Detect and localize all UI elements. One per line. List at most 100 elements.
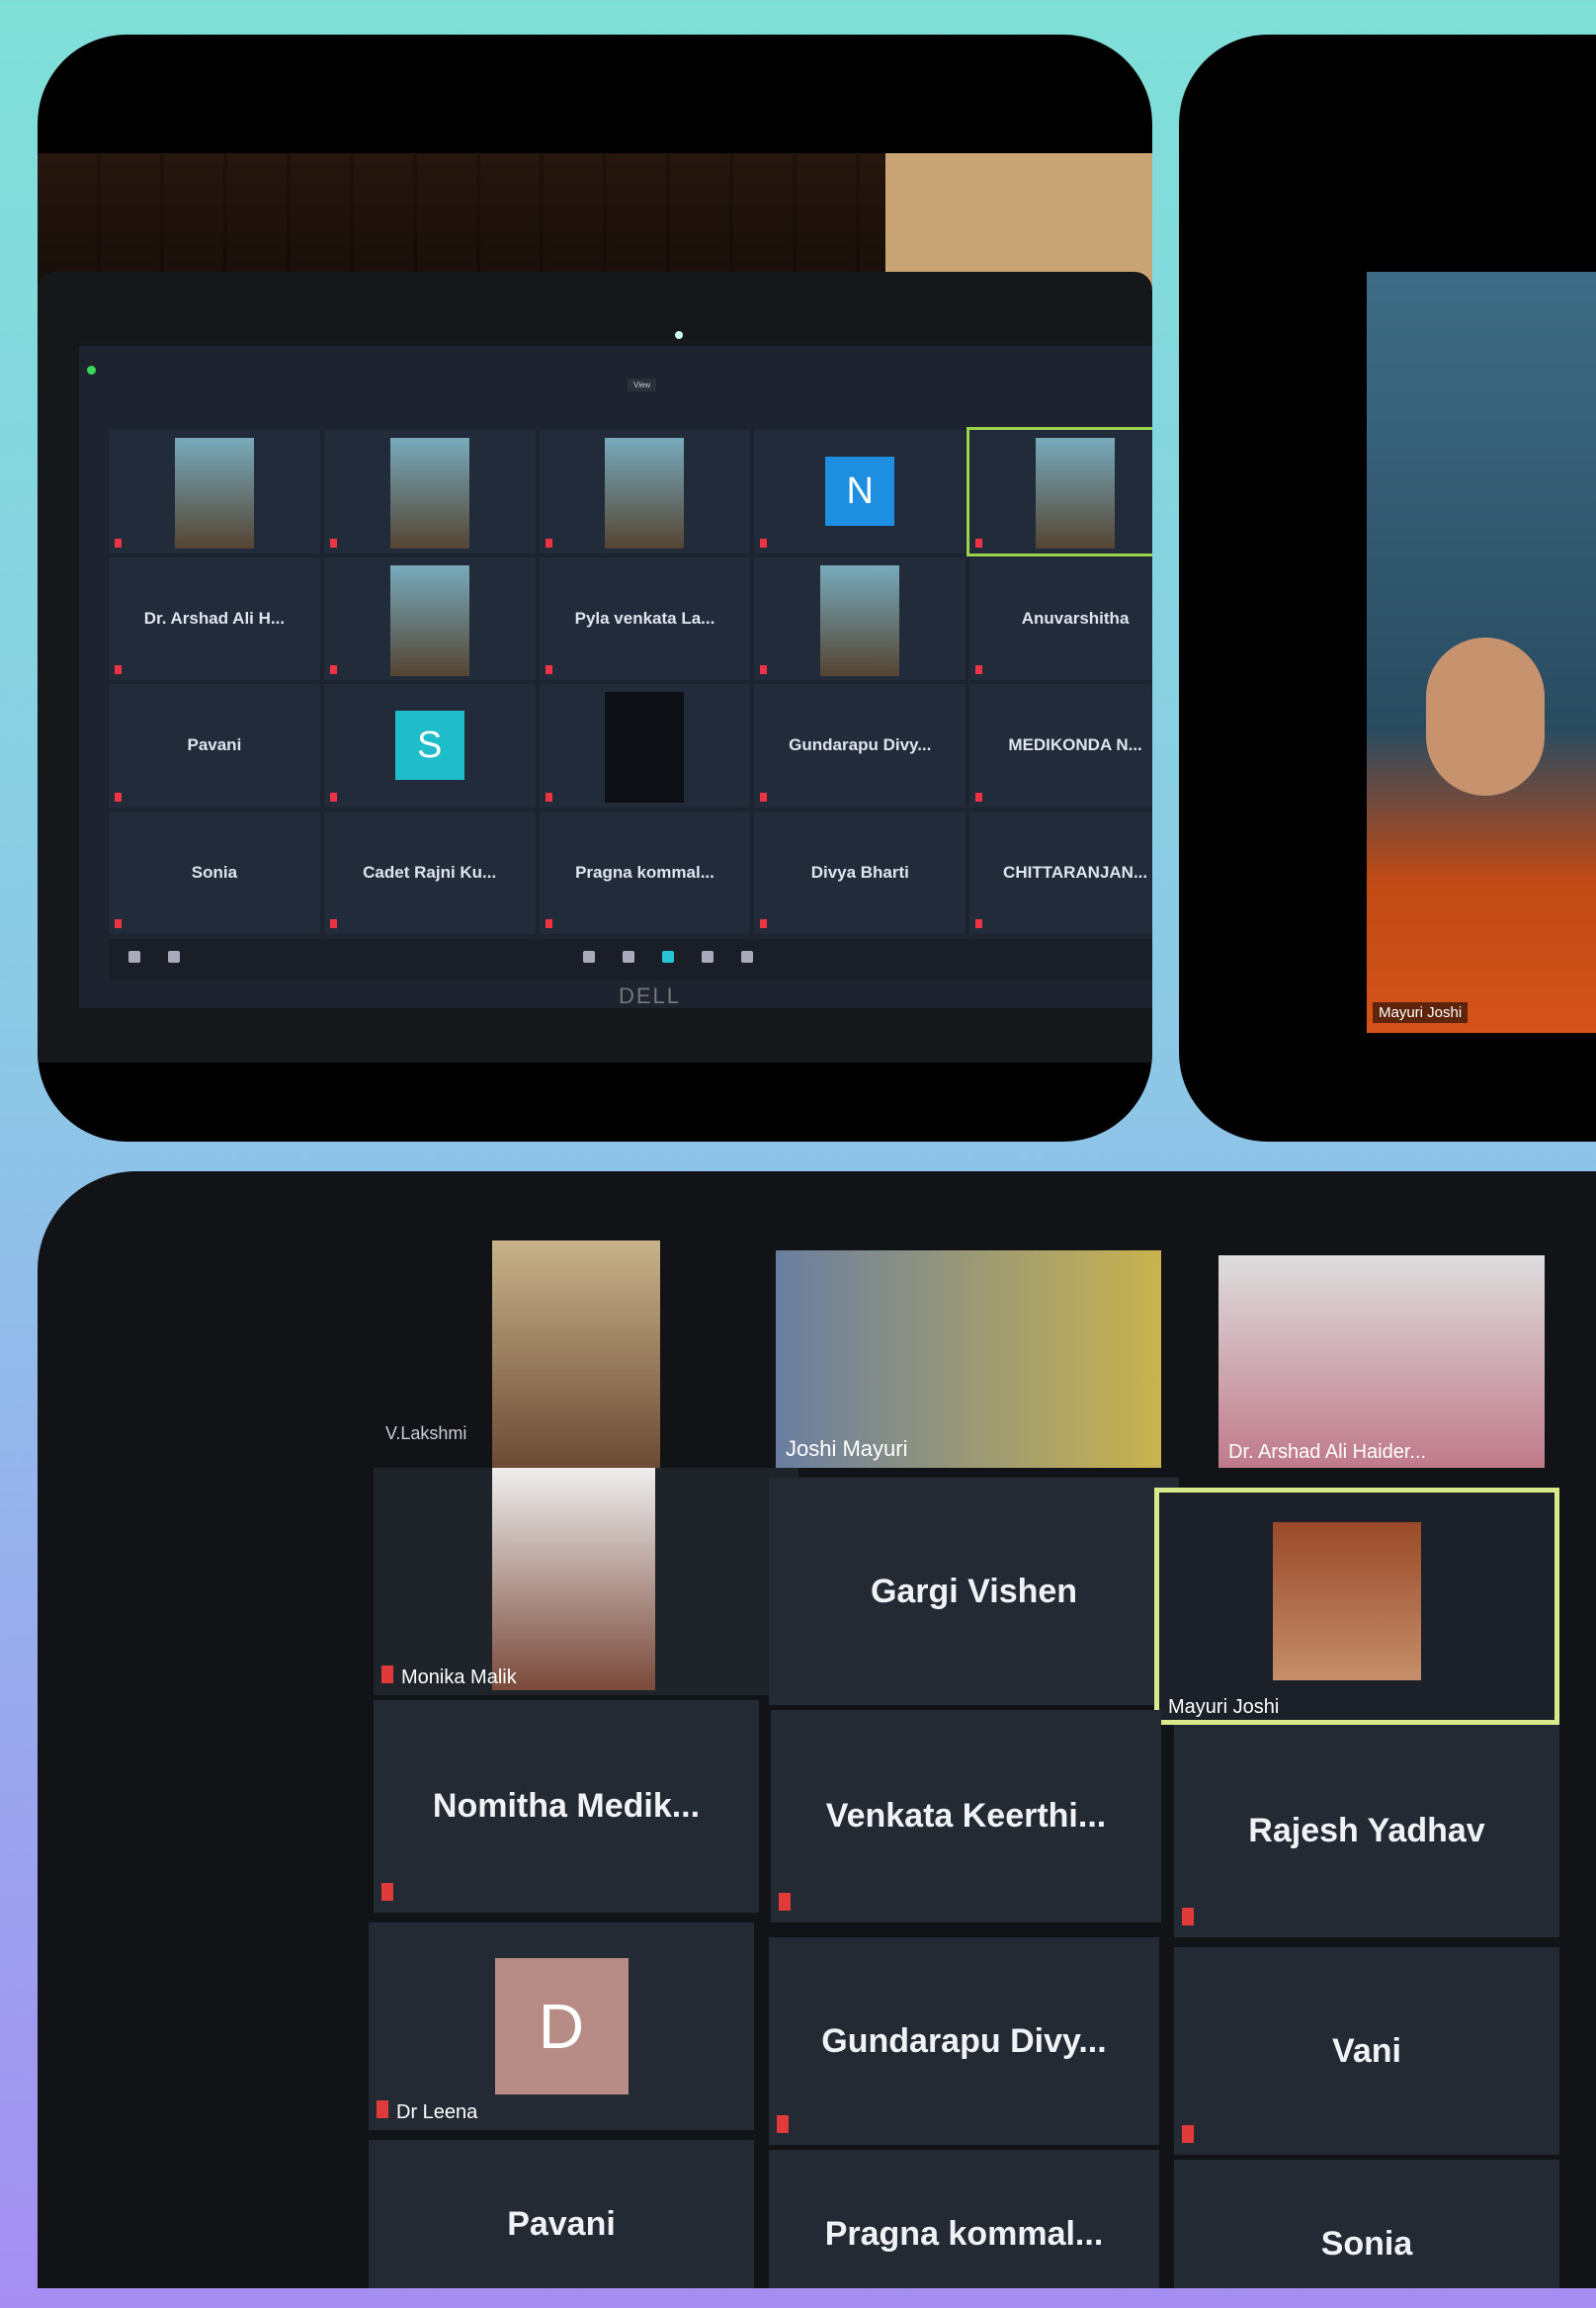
participant-name: Monika Malik <box>401 1667 517 1688</box>
participants-icon[interactable] <box>583 951 595 963</box>
participant-name: Mayuri Joshi <box>1168 1696 1280 1718</box>
participant-tile: D Dr Leena <box>369 1923 754 2130</box>
participant-name: Rajesh Yadhav <box>1248 1812 1485 1849</box>
participant-name: CHITTARANJAN... <box>1003 862 1148 882</box>
participant-tile: Divya Bharti <box>754 811 966 934</box>
participant-grid: N Dr. Arshad Ali H... Pyla venkata La... An… <box>109 427 1152 934</box>
participant-tile <box>323 430 536 554</box>
participant-name: Joshi Mayuri <box>786 1436 908 1461</box>
participant-name: MEDIKONDA N... <box>1008 735 1142 755</box>
participant-tile: N <box>754 430 966 554</box>
video-tile: Joshi Mayuri <box>776 1250 1161 1468</box>
video-feed <box>1036 438 1116 549</box>
video-icon[interactable] <box>168 951 180 963</box>
participant-name: Pragna kommal... <box>575 862 714 882</box>
participant-tile: Vani <box>1174 1947 1559 2155</box>
participant-tile: Rajesh Yadhav <box>1174 1725 1559 1937</box>
participant-name: Gundarapu Divy... <box>789 735 932 755</box>
participant-tile: Venkata Keerthi... <box>771 1710 1161 1923</box>
speaker-face <box>1426 638 1545 796</box>
mic-muted-icon <box>115 919 122 928</box>
participant-tile: Cadet Rajni Ku... <box>323 811 536 934</box>
participant-tile: Pavani <box>369 2140 754 2288</box>
mic-muted-icon <box>545 792 552 802</box>
participant-tile <box>754 556 966 680</box>
participant-tile: Pavani <box>109 684 320 808</box>
mic-muted-icon <box>779 1893 791 1911</box>
speaker-view-panel: Mayuri Joshi <box>1179 35 1596 1142</box>
mic-muted-icon <box>975 538 983 548</box>
participant-tile: Pragna kommal... <box>539 811 751 934</box>
participant-name: Anuvarshitha <box>1021 608 1130 628</box>
video-tile: Monika Malik <box>374 1468 798 1695</box>
chat-icon[interactable] <box>623 951 634 963</box>
webcam-indicator <box>675 331 683 339</box>
participant-name: Sonia <box>191 862 238 882</box>
mic-muted-icon <box>545 538 552 548</box>
participant-name: Nomitha Medik... <box>432 1787 701 1825</box>
participant-tile: Pragna kommal... <box>769 2150 1159 2288</box>
mic-muted-icon <box>975 665 983 674</box>
reactions-icon[interactable] <box>741 951 753 963</box>
mic-muted-icon <box>381 1883 393 1901</box>
video-feed <box>492 1468 655 1690</box>
participant-tile <box>323 556 536 680</box>
mic-muted-icon <box>760 919 768 928</box>
mic-muted-icon <box>1182 2125 1194 2143</box>
mic-muted-icon <box>329 792 337 802</box>
security-indicator-icon <box>87 366 96 375</box>
video-feed <box>389 564 469 676</box>
participant-tile <box>539 684 751 808</box>
video-feed <box>605 438 685 549</box>
participant-name: Vani <box>1332 2031 1401 2070</box>
mic-muted-icon <box>115 665 122 674</box>
participant-tile: Sonia <box>1174 2160 1559 2288</box>
participant-avatar: S <box>394 711 464 781</box>
participant-name: Cadet Rajni Ku... <box>363 862 497 882</box>
participant-name: Divya Bharti <box>810 862 909 882</box>
video-feed <box>820 564 900 676</box>
share-screen-icon[interactable] <box>662 951 674 963</box>
video-feed <box>605 692 685 803</box>
participant-tile: MEDIKONDA N... <box>969 684 1152 808</box>
participant-name: Gargi Vishen <box>870 1572 1078 1610</box>
participant-tile: Dr. Arshad Ali H... <box>109 556 320 680</box>
participant-tile: Gundarapu Divy... <box>754 684 966 808</box>
participant-avatar: N <box>825 457 895 527</box>
participant-name: Pavani <box>187 735 242 755</box>
participant-avatar: D <box>494 1958 629 2094</box>
mute-icon[interactable] <box>128 951 140 963</box>
record-icon[interactable] <box>702 951 714 963</box>
participant-tile: CHITTARANJAN... <box>969 811 1152 934</box>
mic-muted-icon <box>329 665 337 674</box>
mic-muted-icon <box>760 792 768 802</box>
participant-name: Pragna kommal... <box>824 2214 1104 2253</box>
mic-muted-icon <box>377 2100 388 2118</box>
laptop-photo-panel: View N Dr. Arshad Ali H... Pyla venkata La… <box>38 35 1152 1142</box>
video-feed <box>389 438 469 549</box>
participant-tile <box>109 430 320 554</box>
mic-muted-icon <box>760 538 768 548</box>
participant-name: V.Lakshmi <box>385 1423 467 1443</box>
dell-logo: DELL <box>619 983 682 1008</box>
speaker-video: Mayuri Joshi <box>1367 272 1596 1033</box>
mic-muted-icon <box>975 919 983 928</box>
participant-tile: S <box>323 684 536 808</box>
mic-muted-icon <box>760 665 768 674</box>
mic-muted-icon <box>115 792 122 802</box>
participant-name: Sonia <box>1320 2224 1413 2263</box>
participant-tile: Gargi Vishen <box>769 1478 1179 1705</box>
meeting-toolbar <box>109 939 1152 981</box>
participant-tile: Gundarapu Divy... <box>769 1937 1159 2145</box>
video-feed <box>174 438 254 549</box>
participant-name: Dr. Arshad Ali H... <box>143 608 286 628</box>
mic-muted-icon <box>329 919 337 928</box>
mic-muted-icon <box>545 665 552 674</box>
participant-tile: Sonia <box>109 811 320 934</box>
view-button[interactable]: View <box>628 379 657 391</box>
participant-name: Dr Leena <box>396 2101 478 2123</box>
participant-name: Pyla venkata La... <box>574 608 715 628</box>
participant-name: Gundarapu Divy... <box>821 2021 1107 2060</box>
gallery-view-panel: V.Lakshmi Joshi Mayuri Dr. Arshad Ali Ha… <box>38 1171 1596 2288</box>
mic-muted-icon <box>115 538 122 548</box>
